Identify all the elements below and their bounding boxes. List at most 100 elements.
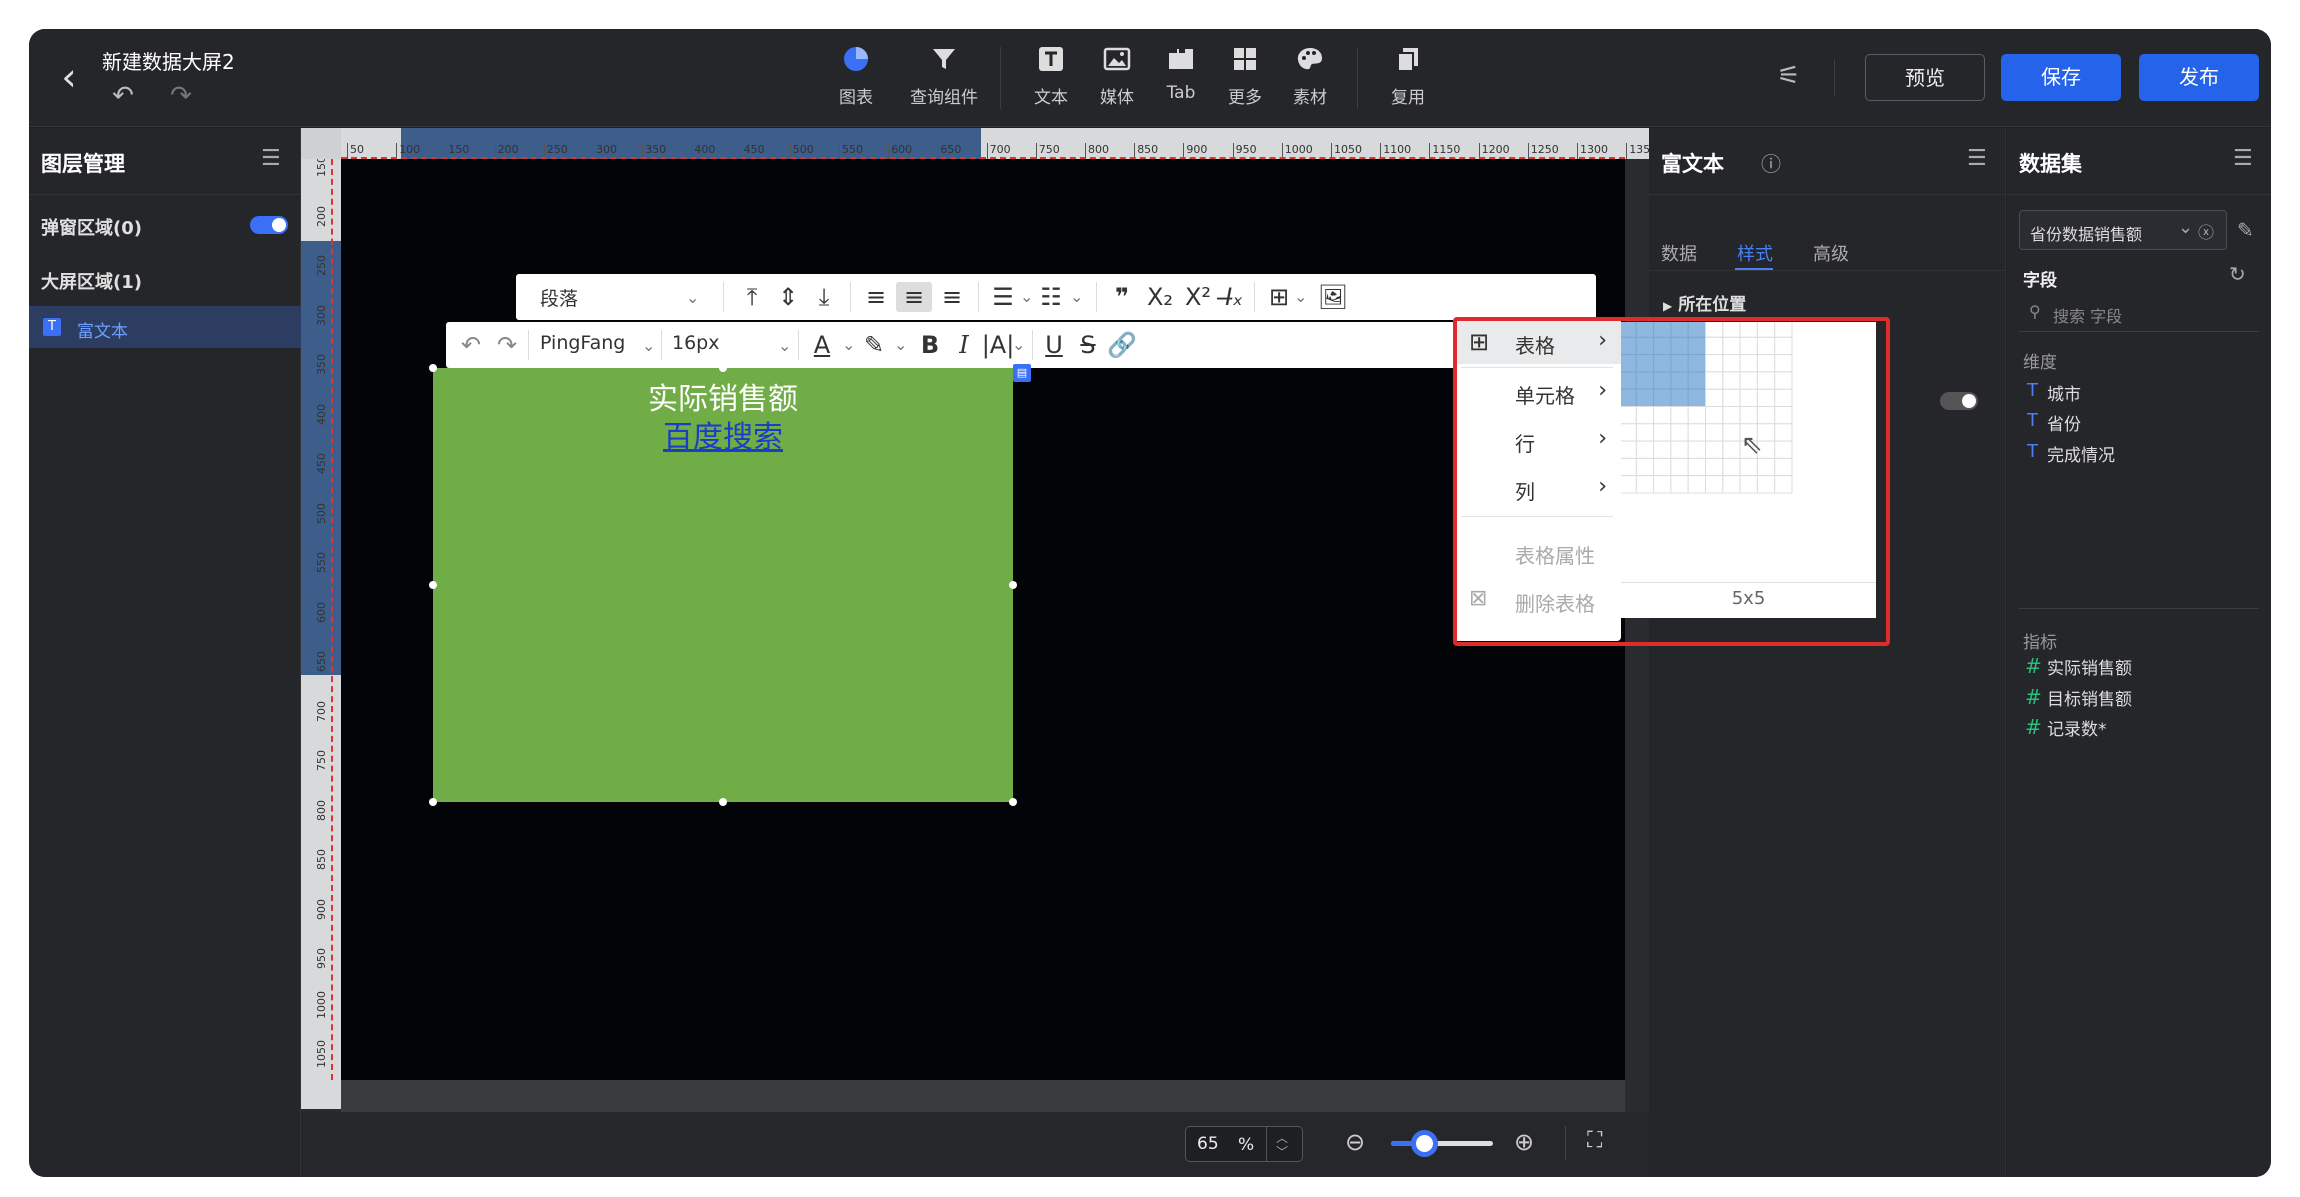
bullet-list-icon[interactable]: ☰ — [988, 282, 1018, 312]
grid-cell[interactable] — [1687, 406, 1706, 425]
chevron-down-icon[interactable]: ⌄ — [686, 283, 699, 313]
font-size-select[interactable]: 16px — [672, 332, 719, 354]
layer-item-richtext[interactable]: T 富文本 — [29, 306, 301, 348]
grid-cell[interactable] — [1756, 406, 1776, 425]
grid-cell[interactable] — [1653, 440, 1672, 459]
dimension-item[interactable]: T 省份 — [2027, 410, 2081, 435]
bold-icon[interactable]: B — [914, 330, 946, 360]
grid-cell[interactable] — [1774, 475, 1793, 494]
grid-cell[interactable] — [1774, 322, 1793, 338]
grid-cell[interactable] — [1756, 322, 1776, 338]
grid-cell[interactable] — [1722, 336, 1741, 356]
tab-tool[interactable]: Tab — [1146, 45, 1216, 103]
undo-icon[interactable]: ↶ — [109, 83, 137, 109]
zoom-out-icon[interactable]: ⊖ — [1345, 1128, 1365, 1156]
grid-cell[interactable] — [1621, 388, 1637, 407]
align-bottom-icon[interactable]: ⤓ — [808, 282, 840, 312]
media-tool[interactable]: 媒体 — [1082, 45, 1152, 108]
zoom-in-icon[interactable]: ⊕ — [1514, 1128, 1534, 1156]
grid-cell[interactable] — [1739, 475, 1758, 494]
clear-format-icon[interactable]: I̶ₓ — [1218, 282, 1250, 312]
grid-cell[interactable] — [1687, 354, 1706, 373]
grid-cell[interactable] — [1653, 371, 1672, 390]
grid-cell[interactable] — [1774, 406, 1793, 425]
grid-cell[interactable] — [1756, 457, 1776, 477]
grid-cell[interactable] — [1705, 388, 1724, 407]
resize-handle[interactable] — [429, 364, 437, 372]
settings-sliders-icon[interactable]: ⚟ — [1777, 61, 1800, 91]
grid-cell[interactable] — [1621, 371, 1637, 390]
position-section[interactable]: ▶ 所在位置 — [1663, 290, 1746, 315]
grid-cell[interactable] — [1621, 406, 1637, 425]
insert-image-icon[interactable]: 🖼 — [1316, 282, 1350, 312]
chevron-down-icon[interactable]: ⌄ — [642, 331, 655, 361]
grid-cell[interactable] — [1739, 354, 1758, 373]
grid-cell[interactable] — [1739, 371, 1758, 390]
menu-item-table-properties[interactable]: 表格属性 — [1453, 530, 1621, 574]
grid-cell[interactable] — [1670, 440, 1689, 459]
resize-handle[interactable] — [429, 798, 437, 806]
metric-item[interactable]: # 实际销售额 — [2025, 654, 2132, 679]
grid-cell[interactable] — [1739, 388, 1758, 407]
menu-icon[interactable]: ☰ — [2233, 146, 2253, 171]
italic-icon[interactable]: I — [948, 330, 980, 360]
grid-cell[interactable] — [1705, 457, 1724, 477]
grid-cell[interactable] — [1687, 440, 1706, 459]
undo-icon[interactable]: ↶ — [456, 330, 486, 360]
grid-cell[interactable] — [1687, 475, 1706, 494]
grid-cell[interactable] — [1705, 322, 1724, 338]
grid-cell[interactable] — [1635, 457, 1655, 477]
asset-tool[interactable]: 素材 — [1275, 45, 1345, 108]
grid-cell[interactable] — [1670, 371, 1689, 390]
grid-cell[interactable] — [1635, 322, 1655, 338]
link-icon[interactable]: 🔗 — [1106, 330, 1138, 360]
resize-handle[interactable] — [719, 798, 727, 806]
tab-data[interactable]: 数据 — [1661, 240, 1697, 266]
align-top-icon[interactable]: ⤒ — [736, 282, 768, 312]
align-left-icon[interactable]: ≡ — [860, 282, 892, 312]
edit-icon[interactable]: ✎ — [2237, 218, 2254, 242]
info-icon[interactable]: ⓘ — [1761, 148, 1781, 177]
grid-cell[interactable] — [1653, 423, 1672, 442]
chevron-down-icon[interactable]: ⌄ — [1020, 282, 1033, 312]
block-format-select[interactable]: 段落 — [540, 284, 578, 311]
grid-cell[interactable] — [1653, 322, 1672, 338]
grid-cell[interactable] — [1621, 457, 1637, 477]
grid-cell[interactable] — [1756, 336, 1776, 356]
query-tool[interactable]: 查询组件 — [909, 45, 979, 108]
page-title[interactable]: 新建数据大屏2 — [102, 46, 235, 75]
grid-cell[interactable] — [1621, 322, 1637, 338]
component-anchor-icon[interactable]: ▤ — [1013, 364, 1031, 382]
grid-cell[interactable] — [1687, 371, 1706, 390]
grid-cell[interactable] — [1687, 322, 1706, 338]
grid-cell[interactable] — [1653, 336, 1672, 356]
screen-area-label[interactable]: 大屏区域(1) — [41, 268, 142, 294]
grid-cell[interactable] — [1722, 322, 1741, 338]
grid-cell[interactable] — [1653, 406, 1672, 425]
text-tool[interactable]: 文本 — [1016, 45, 1086, 108]
grid-cell[interactable] — [1774, 354, 1793, 373]
grid-cell[interactable] — [1635, 406, 1655, 425]
back-icon[interactable]: ‹ — [53, 58, 85, 96]
grid-cell[interactable] — [1756, 354, 1776, 373]
grid-cell[interactable] — [1756, 371, 1776, 390]
grid-cell[interactable] — [1722, 354, 1741, 373]
redo-icon[interactable]: ↷ — [167, 83, 195, 109]
grid-cell[interactable] — [1722, 475, 1741, 494]
underline-icon[interactable]: U — [1038, 330, 1070, 360]
grid-cell[interactable] — [1635, 475, 1655, 494]
grid-cell[interactable] — [1635, 388, 1655, 407]
grid-cell[interactable] — [1739, 457, 1758, 477]
richtext-content[interactable]: 实际销售额 百度搜索 — [433, 368, 1013, 802]
grid-cell[interactable] — [1705, 354, 1724, 373]
menu-item-delete-table[interactable]: ⊠ 删除表格 — [1453, 578, 1621, 622]
grid-cell[interactable] — [1635, 354, 1655, 373]
grid-cell[interactable] — [1774, 388, 1793, 407]
grid-cell[interactable] — [1670, 406, 1689, 425]
more-tool[interactable]: 更多 — [1210, 45, 1280, 108]
grid-cell[interactable] — [1687, 388, 1706, 407]
grid-cell[interactable] — [1722, 457, 1741, 477]
table-icon[interactable]: ⊞ — [1264, 282, 1294, 312]
highlight-color-icon[interactable]: ✎ — [858, 330, 890, 360]
grid-cell[interactable] — [1621, 336, 1637, 356]
